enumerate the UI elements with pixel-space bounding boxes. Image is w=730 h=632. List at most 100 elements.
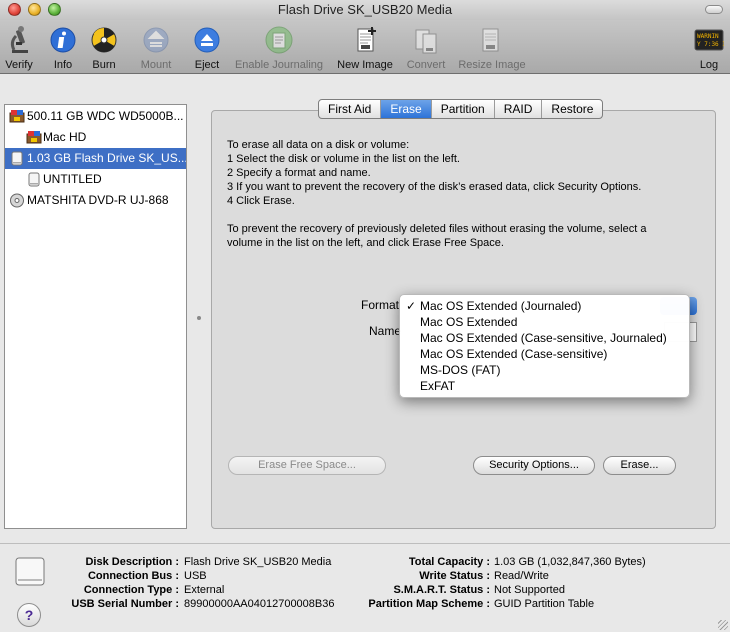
burn-icon [91, 27, 117, 53]
erase-free-space-button[interactable]: Erase Free Space... [228, 456, 386, 475]
erase-instructions: To erase all data on a disk or volume: 1… [227, 138, 707, 250]
burn-button[interactable]: Burn [84, 20, 124, 74]
zoom-window-button[interactable] [48, 3, 61, 16]
eject-button[interactable]: Eject [188, 20, 226, 74]
new-image-icon [357, 27, 376, 52]
toolbar-label: Info [53, 59, 73, 71]
device-label: Mac HD [43, 130, 87, 144]
format-option-case-sensitive[interactable]: Mac OS Extended (Case-sensitive) [400, 346, 689, 362]
toolbar-label: Convert [406, 59, 446, 71]
resize-image-icon [482, 28, 499, 52]
format-option-label: MS-DOS (FAT) [420, 363, 501, 377]
format-option-ms-dos-fat[interactable]: MS-DOS (FAT) [400, 362, 689, 378]
info-key: S.M.A.R.T. Status : [393, 584, 490, 596]
free-space-note-line: volume in the list on the left, and clic… [227, 237, 504, 249]
info-row-write-status: Write Status : Read/Write [360, 569, 730, 583]
info-button[interactable]: Info [44, 20, 82, 74]
format-option-label: ExFAT [420, 379, 456, 393]
toolbar-label: Burn [92, 59, 116, 71]
erase-button[interactable]: Erase... [603, 456, 676, 475]
info-value: Not Supported [494, 584, 565, 596]
toolbar-label: Log [699, 59, 719, 71]
info-row-disk-description: Disk Description : Flash Drive SK_USB20 … [0, 555, 360, 569]
info-key: Connection Type : [83, 584, 179, 596]
info-value: Read/Write [494, 570, 549, 582]
svg-text:Y 7:36 I: Y 7:36 I [697, 41, 724, 48]
format-option-mac-os-extended-journaled[interactable]: ✓ Mac OS Extended (Journaled) [400, 298, 689, 314]
info-key: Connection Bus : [87, 570, 179, 582]
instruction-line: 3 If you want to prevent the recovery of… [227, 181, 642, 193]
format-option-label: Mac OS Extended (Case-sensitive, Journal… [420, 331, 667, 345]
new-image-button[interactable]: New Image [334, 20, 396, 74]
security-options-button[interactable]: Security Options... [473, 456, 595, 475]
verify-button[interactable]: Verify [0, 20, 38, 74]
convert-icon [415, 29, 437, 54]
name-label: Name [369, 324, 402, 338]
format-option-case-sensitive-journaled[interactable]: Mac OS Extended (Case-sensitive, Journal… [400, 330, 689, 346]
usb-drive-icon [11, 151, 23, 166]
tab-first-aid[interactable]: First Aid [319, 100, 382, 118]
microscope-icon [10, 26, 28, 53]
instruction-line: 1 Select the disk or volume in the list … [227, 153, 460, 165]
info-key: USB Serial Number : [71, 598, 179, 610]
device-row-mac-hd[interactable]: Mac HD [5, 127, 186, 148]
minimize-window-button[interactable] [28, 3, 41, 16]
device-row-untitled[interactable]: UNTITLED [5, 169, 186, 190]
info-row-usb-serial: USB Serial Number : 89900000AA0401270000… [0, 597, 360, 611]
convert-button[interactable]: Convert [402, 20, 450, 74]
device-label: 1.03 GB Flash Drive SK_US... [27, 151, 186, 165]
optical-drive-icon [10, 193, 24, 208]
info-row-connection-type: Connection Type : External [0, 583, 360, 597]
info-value: 1.03 GB (1,032,847,360 Bytes) [494, 556, 646, 568]
enable-journaling-button[interactable]: Enable Journaling [230, 20, 328, 74]
journal-icon [265, 26, 293, 54]
tab-erase[interactable]: Erase [381, 100, 432, 118]
format-option-exfat[interactable]: ExFAT [400, 378, 689, 394]
hard-disk-icon [9, 110, 25, 123]
resize-grip[interactable] [718, 620, 728, 630]
info-row-connection-bus: Connection Bus : USB [0, 569, 360, 583]
info-value: USB [184, 570, 207, 582]
info-row-total-capacity: Total Capacity : 1.03 GB (1,032,847,360 … [360, 555, 730, 569]
toolbar-label: Resize Image [458, 59, 526, 71]
toolbar-label: Mount [140, 59, 172, 71]
mount-button[interactable]: Mount [134, 20, 178, 74]
info-row-partition-map: Partition Map Scheme : GUID Partition Ta… [360, 597, 730, 611]
info-key: Partition Map Scheme : [368, 598, 490, 610]
format-option-mac-os-extended[interactable]: Mac OS Extended [400, 314, 689, 330]
device-row-internal-disk[interactable]: 500.11 GB WDC WD5000B... [5, 106, 186, 127]
tab-restore[interactable]: Restore [542, 100, 602, 118]
mount-icon [143, 27, 169, 53]
tab-partition[interactable]: Partition [432, 100, 495, 118]
device-label: UNTITLED [43, 172, 102, 186]
device-row-dvd-drive[interactable]: MATSHITA DVD-R UJ-868 [5, 190, 186, 211]
info-value: GUID Partition Table [494, 598, 595, 610]
toolbar-label: Enable Journaling [234, 59, 324, 71]
info-icon [50, 27, 76, 53]
toolbar: Verify Info Burn Mount Eject Enable Jour… [0, 20, 730, 74]
info-key: Total Capacity : [408, 556, 490, 568]
close-window-button[interactable] [8, 3, 21, 16]
info-row-smart-status: S.M.A.R.T. Status : Not Supported [360, 583, 730, 597]
toolbar-label: Verify [5, 59, 33, 71]
split-view-divider[interactable] [197, 316, 201, 320]
info-value: 89900000AA04012700008B36 [184, 598, 335, 610]
tab-bar: First Aid Erase Partition RAID Restore [318, 99, 604, 119]
device-list[interactable]: 500.11 GB WDC WD5000B... Mac HD 1.03 GB … [4, 104, 187, 529]
checkmark-icon: ✓ [406, 299, 417, 313]
toolbar-toggle-button[interactable] [705, 5, 723, 14]
log-button[interactable]: WARNIN Y 7:36 I Log [690, 20, 728, 74]
resize-image-button[interactable]: Resize Image [454, 20, 530, 74]
format-label: Format [361, 298, 400, 312]
format-dropdown-menu: ✓ Mac OS Extended (Journaled) Mac OS Ext… [399, 294, 690, 398]
device-label: MATSHITA DVD-R UJ-868 [27, 193, 169, 207]
format-option-label: Mac OS Extended (Case-sensitive) [420, 347, 608, 361]
device-label: 500.11 GB WDC WD5000B... [27, 109, 184, 123]
title-bar: Flash Drive SK_USB20 Media [0, 0, 730, 20]
instruction-line: 4 Click Erase. [227, 195, 295, 207]
info-value: Flash Drive SK_USB20 Media [184, 556, 332, 568]
log-icon: WARNIN Y 7:36 I [694, 29, 724, 51]
tab-raid[interactable]: RAID [495, 100, 543, 118]
toolbar-label: Eject [194, 59, 220, 71]
device-row-flash-drive[interactable]: 1.03 GB Flash Drive SK_US... [5, 148, 186, 169]
